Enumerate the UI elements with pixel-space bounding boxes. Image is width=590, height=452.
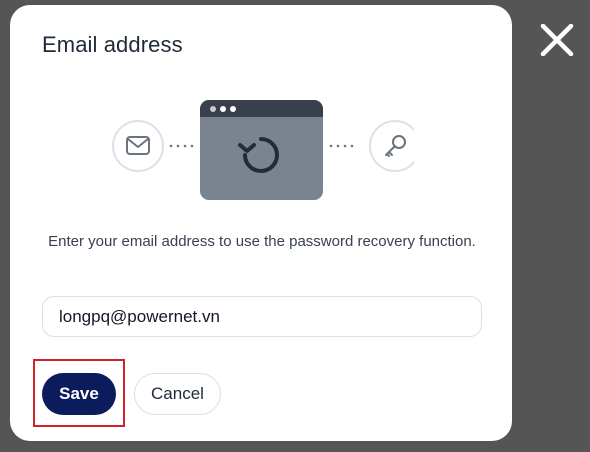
cancel-button[interactable]: Cancel: [134, 373, 221, 415]
connector-dots-left: [169, 144, 194, 148]
browser-window-refresh-icon: [200, 100, 323, 200]
email-address-dialog: Email address Enter your email address t…: [10, 5, 512, 441]
key-icon: [369, 120, 414, 172]
connector-dots-right: [329, 144, 354, 148]
email-field[interactable]: [42, 296, 482, 337]
mail-icon: [112, 120, 164, 172]
recovery-illustration: [112, 100, 414, 200]
dialog-description: Enter your email address to use the pass…: [48, 233, 476, 250]
save-button[interactable]: Save: [42, 373, 116, 415]
dialog-title: Email address: [42, 32, 183, 57]
close-icon[interactable]: [540, 24, 574, 56]
